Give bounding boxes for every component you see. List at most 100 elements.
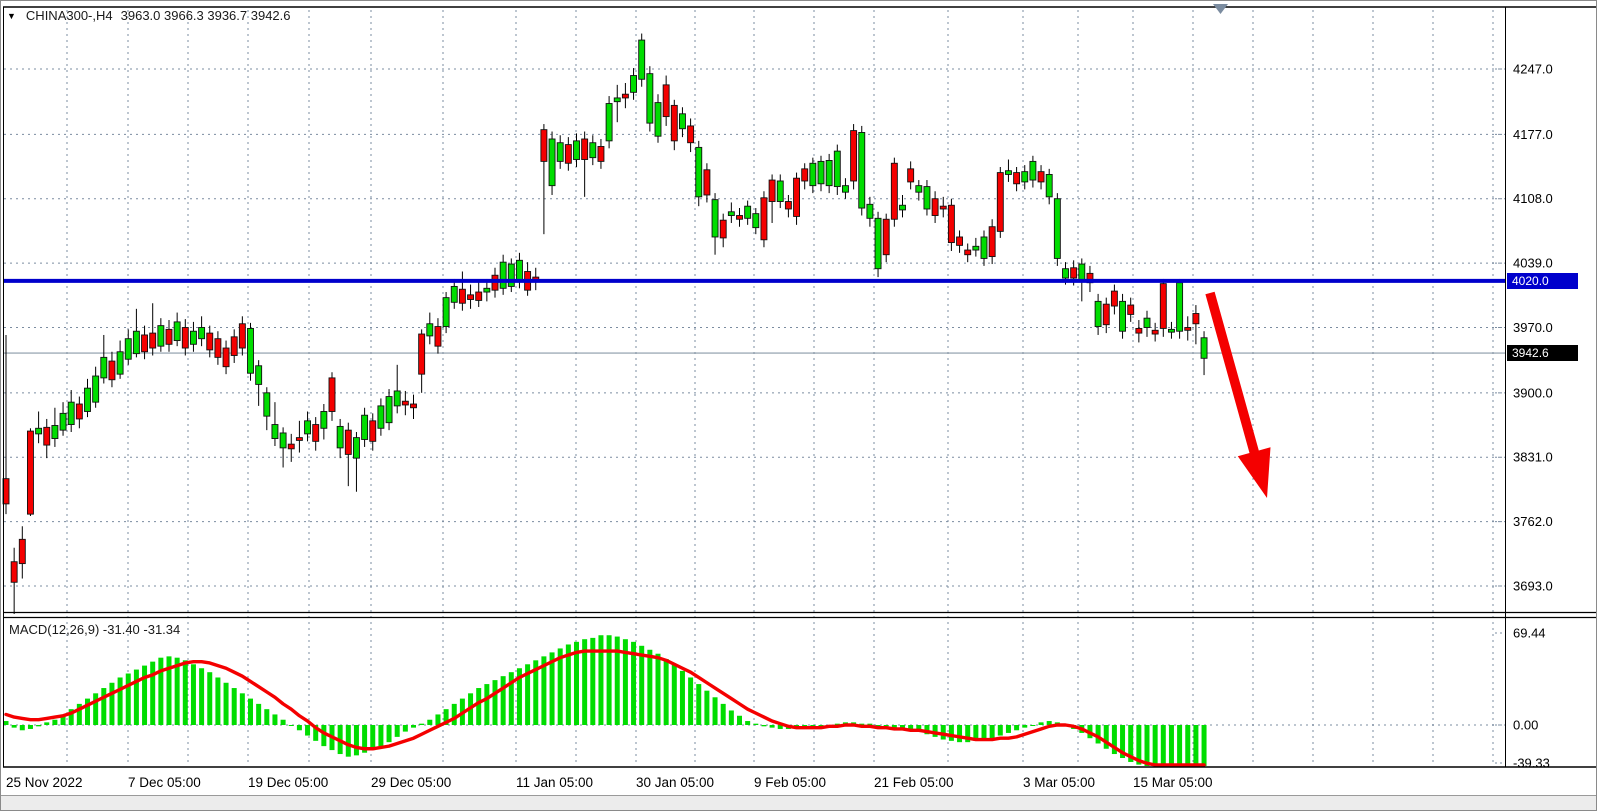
candle-body: [557, 143, 563, 162]
candle-body: [696, 147, 702, 196]
macd-histogram-bar: [199, 668, 204, 725]
macd-histogram-bar: [1185, 725, 1190, 766]
macd-histogram-bar: [761, 725, 766, 726]
time-axis-label: 30 Jan 05:00: [636, 775, 714, 790]
macd-histogram-bar: [1169, 725, 1174, 766]
macd-histogram-bar: [680, 671, 685, 725]
candle-body: [924, 187, 930, 209]
candle-body: [125, 339, 131, 360]
candle-body: [867, 204, 873, 218]
candle-body: [305, 421, 311, 434]
macd-histogram-bar: [704, 691, 709, 725]
candle-body: [288, 444, 294, 449]
candle-body: [313, 425, 319, 442]
candle-body: [737, 216, 743, 220]
candle-body: [468, 295, 474, 300]
macd-histogram-bar: [957, 725, 962, 742]
symbol-dropdown-icon[interactable]: ▼: [7, 11, 16, 21]
macd-histogram-bar: [297, 725, 302, 730]
macd-histogram-bar: [1202, 725, 1207, 766]
candle-body: [166, 329, 172, 344]
candle-body: [85, 388, 91, 411]
macd-histogram-bar: [607, 635, 612, 725]
candle-body: [541, 130, 547, 162]
macd-histogram-bar: [52, 720, 57, 725]
candle-body: [916, 186, 922, 193]
candle-body: [1120, 301, 1126, 331]
macd-histogram-bar: [109, 683, 114, 725]
candle-body: [345, 430, 351, 454]
candle-body: [296, 438, 302, 441]
chart-canvas[interactable]: 4247.04177.04108.04039.03970.03900.03831…: [1, 1, 1597, 811]
candle-body: [997, 173, 1003, 232]
chart-shift-marker-icon[interactable]: [1213, 4, 1228, 14]
macd-histogram-bar: [150, 662, 155, 725]
candle-body: [1071, 268, 1077, 278]
candle-body: [484, 288, 490, 292]
price-axis-label: 4177.0: [1513, 127, 1553, 142]
candle-body: [1128, 305, 1134, 314]
candle-body: [753, 214, 759, 228]
price-axis-label: 3831.0: [1513, 450, 1553, 465]
price-axis-label: 3970.0: [1513, 320, 1553, 335]
candle-body: [142, 335, 148, 352]
candle-body: [704, 170, 710, 195]
macd-histogram-bar: [289, 725, 294, 726]
candle-body: [386, 397, 392, 423]
candle-body: [647, 74, 653, 123]
time-axis-label: 25 Nov 2022: [6, 775, 83, 790]
candle-body: [932, 199, 938, 216]
macd-histogram-bar: [4, 721, 9, 725]
price-axis-label: 4247.0: [1513, 62, 1553, 77]
candle-body: [451, 286, 457, 302]
macd-histogram-bar: [656, 654, 661, 725]
trend-arrow-down[interactable]: [1205, 292, 1270, 498]
macd-histogram-bar: [1161, 725, 1166, 766]
candle-body: [842, 186, 848, 193]
macd-indicator-label: MACD(12,26,9) -31.40 -31.34: [9, 622, 180, 637]
candle-body: [663, 85, 669, 117]
candle-body: [981, 237, 987, 258]
candle-body: [500, 262, 506, 288]
candle-body: [745, 206, 751, 218]
candle-body: [1063, 269, 1069, 278]
candle-body: [1193, 313, 1199, 323]
time-axis-label: 15 Mar 05:00: [1133, 775, 1213, 790]
macd-histogram-bar: [224, 683, 229, 725]
time-axis-label: 19 Dec 05:00: [248, 775, 328, 790]
macd-histogram-bar: [753, 724, 758, 725]
candle-body: [1136, 328, 1142, 333]
macd-histogram-bar: [493, 680, 498, 725]
macd-histogram-bar: [101, 688, 106, 725]
candle-body: [133, 331, 139, 353]
macd-histogram-bar: [639, 646, 644, 725]
macd-histogram-bar: [672, 664, 677, 725]
candle-body: [598, 146, 604, 161]
candle-body: [419, 334, 425, 374]
candle-body: [883, 219, 889, 254]
chart-window: 4247.04177.04108.04039.03970.03900.03831…: [0, 0, 1597, 811]
candle-body: [891, 163, 897, 219]
macd-histogram-bar: [248, 699, 253, 725]
candle-body: [989, 227, 995, 257]
macd-histogram-bar: [378, 725, 383, 746]
macd-histogram-bar: [1145, 725, 1150, 766]
macd-histogram-bar: [395, 725, 400, 737]
macd-histogram-bar: [721, 704, 726, 725]
macd-histogram-bar: [44, 722, 49, 725]
candle-body: [802, 169, 808, 181]
macd-histogram-bar: [598, 635, 603, 725]
macd-histogram-bar: [664, 659, 669, 725]
price-axis-label: 3762.0: [1513, 514, 1553, 529]
ohlc-values: 3963.0 3966.3 3936.7 3942.6: [121, 8, 291, 23]
candle-body: [565, 145, 571, 164]
price-axis-label: 4039.0: [1513, 256, 1553, 271]
macd-histogram-bar: [1039, 722, 1044, 725]
candle-body: [402, 401, 408, 405]
candle-body: [720, 220, 726, 238]
macd-histogram-bar: [281, 720, 286, 725]
candle-body: [1054, 199, 1060, 259]
candle-body: [508, 264, 514, 286]
macd-histogram-bar: [215, 677, 220, 725]
candle-body: [44, 427, 50, 445]
